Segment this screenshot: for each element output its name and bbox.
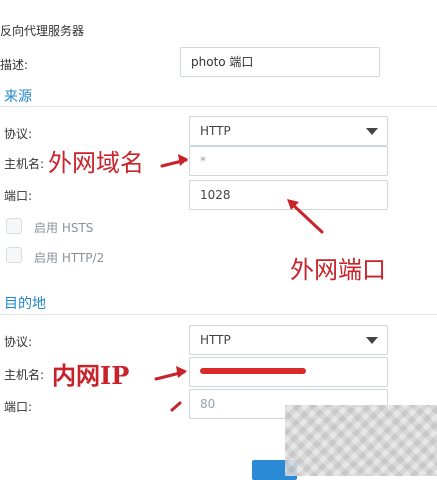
hsts-label: 启用 HSTS	[34, 221, 94, 235]
source-protocol-label: 协议:	[4, 127, 33, 141]
source-hostname-input[interactable]: *	[189, 146, 388, 176]
destination-protocol-value: HTTP	[200, 333, 231, 347]
title-strip	[0, 0, 437, 8]
destination-port-label: 端口:	[4, 400, 33, 414]
source-hostname-label: 主机名:	[4, 157, 45, 171]
source-port-input[interactable]: 1028	[189, 180, 388, 210]
destination-divider	[0, 314, 437, 315]
chevron-down-icon	[366, 128, 378, 135]
arrow-head-internal-ip	[176, 366, 187, 378]
source-port-label: 端口:	[4, 189, 33, 203]
blur-overlay	[285, 405, 437, 476]
arrow-destination-port	[170, 401, 182, 412]
description-label: 描述:	[0, 58, 29, 72]
annotation-internal-ip: 内网IP	[52, 361, 130, 390]
source-protocol-select[interactable]: HTTP	[189, 116, 388, 146]
destination-protocol-select[interactable]: HTTP	[189, 325, 388, 355]
annotation-external-domain: 外网域名	[48, 149, 144, 177]
destination-heading: 目的地	[4, 296, 46, 312]
arrow-head-external-domain	[178, 154, 188, 166]
arrow-external-domain	[160, 158, 188, 168]
description-input[interactable]: photo 端口	[180, 47, 380, 77]
hsts-checkbox[interactable]	[6, 218, 22, 234]
destination-hostname-label: 主机名:	[4, 368, 45, 382]
http2-label: 启用 HTTP/2	[34, 251, 105, 265]
destination-protocol-label: 协议:	[4, 335, 33, 349]
source-protocol-value: HTTP	[200, 124, 231, 138]
redaction-mark	[200, 368, 306, 374]
chevron-down-icon	[366, 337, 378, 344]
source-heading: 来源	[4, 89, 32, 105]
annotation-external-port: 外网端口	[290, 256, 386, 284]
source-divider	[0, 106, 437, 107]
arrow-internal-ip	[154, 370, 186, 381]
http2-checkbox[interactable]	[6, 247, 22, 263]
dialog-title: 反向代理服务器	[0, 24, 85, 38]
